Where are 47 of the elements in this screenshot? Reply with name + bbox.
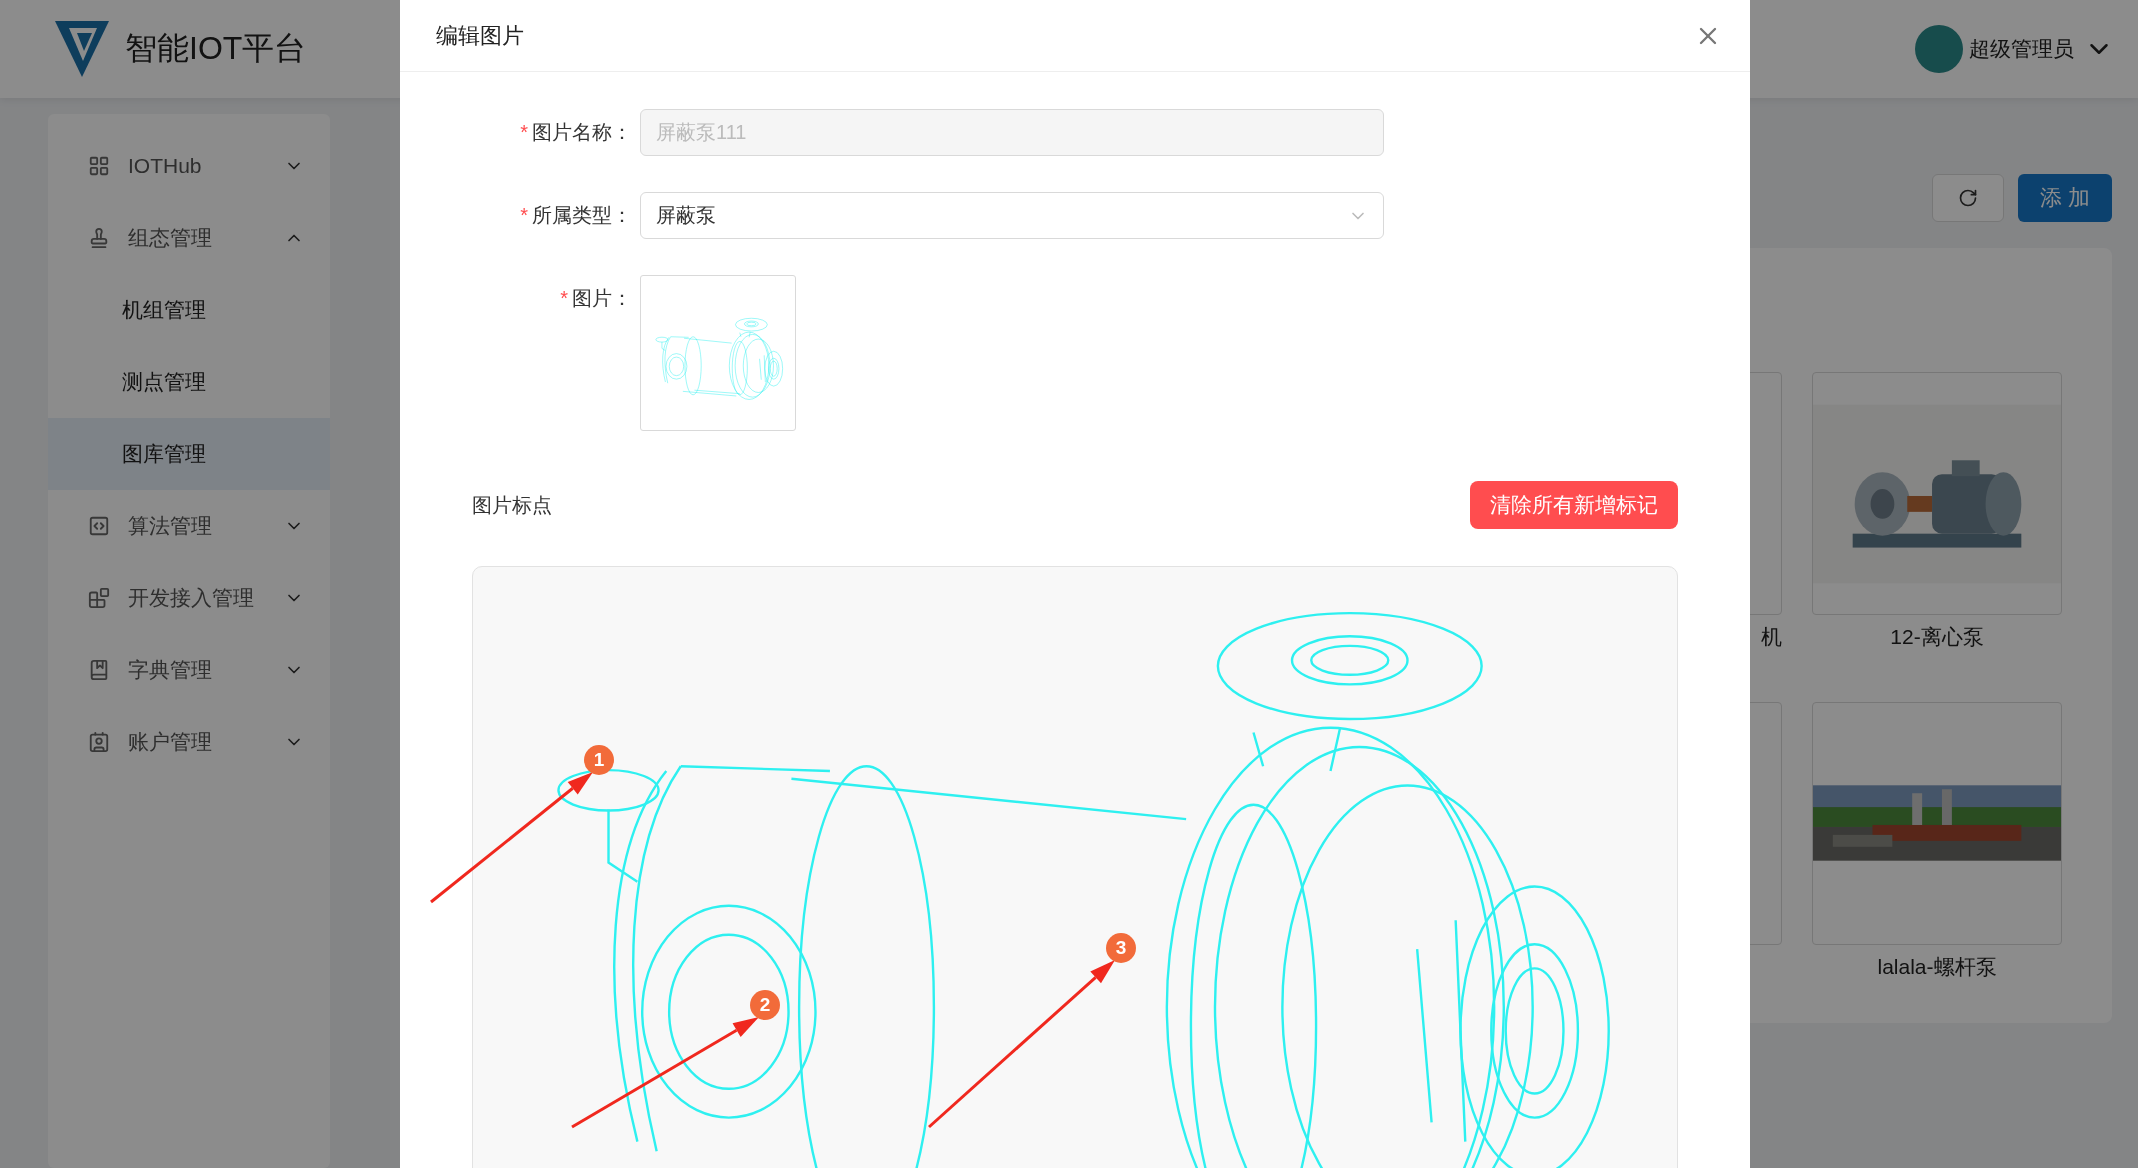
section-title: 图片标点 xyxy=(472,492,552,518)
refresh-button[interactable] xyxy=(1932,174,2004,222)
menu-label: IOTHub xyxy=(128,154,203,178)
menu-item[interactable]: 字典管理 xyxy=(48,634,330,706)
refresh-icon xyxy=(1958,188,1978,208)
menu-label: 算法管理 xyxy=(128,513,213,539)
logo-icon xyxy=(55,21,109,77)
image-card[interactable] xyxy=(1812,372,2062,615)
field-label: * 图片： xyxy=(559,286,633,311)
menu-label: 组态管理 xyxy=(128,225,213,251)
brand-title: 智能IOT平台 xyxy=(125,29,307,68)
stamp-icon xyxy=(88,227,110,249)
menu-label: 开发接入管理 xyxy=(128,585,255,611)
marker[interactable]: 3 xyxy=(1106,933,1136,963)
menu-item[interactable]: IOTHub xyxy=(48,130,330,202)
menu-item[interactable]: 算法管理 xyxy=(48,490,330,562)
marker[interactable]: 1 xyxy=(584,745,614,775)
type-select[interactable]: 屏蔽泵 xyxy=(640,192,1384,239)
book-icon xyxy=(88,659,110,681)
image-thumbnail[interactable] xyxy=(640,275,796,431)
code-icon xyxy=(88,515,110,537)
contact-card-icon xyxy=(88,731,110,753)
menu-label: 字典管理 xyxy=(128,657,213,683)
card-label: 12-离心泵 xyxy=(1889,624,1985,650)
required-mark: * xyxy=(520,204,528,226)
image-card[interactable] xyxy=(1812,701,2062,945)
required-mark: * xyxy=(520,121,528,143)
marker[interactable]: 2 xyxy=(750,990,780,1020)
user-name[interactable]: 超级管理员 xyxy=(1969,35,2074,63)
clear-marks-button[interactable]: 清除所有新增标记 xyxy=(1470,481,1678,529)
menu-item[interactable]: 组态管理 xyxy=(48,202,330,274)
required-mark: * xyxy=(560,287,568,309)
submenu-item[interactable]: 图库管理 xyxy=(48,418,330,490)
grid-icon xyxy=(88,155,110,177)
avatar[interactable] xyxy=(1915,25,1963,73)
blocks-icon xyxy=(88,587,110,609)
dialog-title: 编辑图片 xyxy=(436,21,524,50)
card-label: lalala-螺杆泵 xyxy=(1876,953,1998,980)
submenu-item[interactable]: 机组管理 xyxy=(48,274,330,346)
menu-item[interactable]: 开发接入管理 xyxy=(48,562,330,634)
card-label: 机 xyxy=(1760,624,1782,650)
menu-label: 账户管理 xyxy=(128,729,213,755)
add-button[interactable]: 添 加 xyxy=(2018,174,2112,222)
field-label: * 所属类型： xyxy=(519,203,633,228)
menu-item[interactable]: 账户管理 xyxy=(48,706,330,778)
submenu-item[interactable]: 测点管理 xyxy=(48,346,330,418)
field-label: * 图片名称： xyxy=(519,120,633,145)
